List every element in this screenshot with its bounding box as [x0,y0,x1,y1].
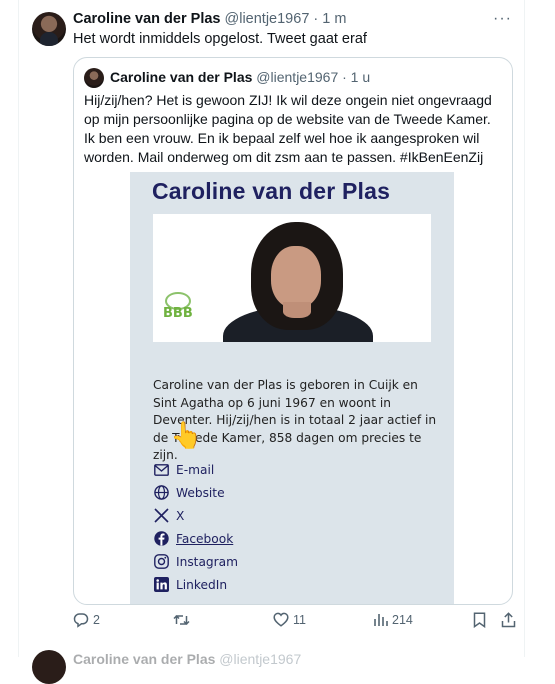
link-facebook[interactable]: Facebook [153,527,238,550]
tweet[interactable]: Caroline van der Plas @lientje1967 · 1 m… [19,0,525,641]
author-name[interactable]: Caroline van der Plas [73,11,220,27]
profile-title: Caroline van der Plas [152,178,391,204]
like-button[interactable]: 11 [273,612,306,627]
reply-icon [73,613,89,628]
x-logo-icon [153,508,169,524]
retweet-icon [173,614,190,626]
avatar[interactable] [32,12,66,46]
heart-icon [273,612,289,627]
profile-links: E-mail Website X Facebook Instagram Link… [153,458,238,596]
bookmark-button[interactable] [473,612,490,628]
bookmark-icon [473,612,486,628]
tweet-header: Caroline van der Plas @lientje1967 · 1 m [73,11,346,27]
profile-screenshot[interactable]: Caroline van der Plas BBB Caroline van d… [130,172,454,604]
next-author-name[interactable]: Caroline van der Plas [73,651,215,667]
quoted-header: Caroline van der Plas @lientje1967 · 1 u [110,69,370,85]
profile-photo: BBB [153,214,431,342]
next-tweet-avatar[interactable] [32,650,66,684]
quoted-avatar[interactable] [84,68,104,88]
quoted-tweet[interactable]: Caroline van der Plas @lientje1967 · 1 u… [73,57,513,605]
photo-face [271,246,321,308]
next-tweet-header: Caroline van der Plas @lientje1967 [73,651,301,667]
link-label[interactable]: LinkedIn [176,578,227,592]
link-linkedin[interactable]: LinkedIn [153,573,238,596]
link-website[interactable]: Website [153,481,238,504]
retweet-button[interactable] [173,612,194,628]
photo-neck [283,302,311,318]
link-x[interactable]: X [153,504,238,527]
link-label[interactable]: E-mail [176,463,214,477]
link-label[interactable]: Instagram [176,555,238,569]
tweet-text: Het wordt inmiddels opgelost. Tweet gaat… [73,31,367,47]
globe-icon [153,485,169,501]
pointing-hand-icon: 👆 [170,420,203,450]
instagram-icon [153,554,169,570]
views-button[interactable]: 214 [373,612,413,627]
author-handle[interactable]: @lientje1967 [225,11,310,27]
more-options-icon[interactable]: ··· [493,10,512,28]
view-count: 214 [392,612,413,627]
reply-button[interactable]: 2 [73,612,100,628]
quoted-text: Hij/zij/hen? Het is gewoon ZIJ! Ik wil d… [84,92,492,165]
link-label[interactable]: Website [176,486,225,500]
reply-count: 2 [93,613,100,627]
like-count: 11 [293,612,306,627]
tweet-time[interactable]: · 1 m [313,11,346,27]
quoted-author-handle[interactable]: @lientje1967 [256,69,338,85]
link-instagram[interactable]: Instagram [153,550,238,573]
linkedin-icon [153,577,169,593]
share-icon [501,612,516,628]
facebook-icon [153,531,169,547]
link-email[interactable]: E-mail [153,458,238,481]
mail-icon [153,462,169,478]
quoted-author-name[interactable]: Caroline van der Plas [110,69,252,85]
tweet-actions: 2 11 214 [73,612,523,634]
quoted-time[interactable]: · 1 u [342,69,370,85]
next-author-handle[interactable]: @lientje1967 [219,651,301,667]
views-icon [374,614,388,626]
bbb-logo-text: BBB [163,306,193,321]
share-button[interactable] [501,612,520,628]
link-label[interactable]: X [176,509,184,523]
link-label[interactable]: Facebook [176,532,233,546]
